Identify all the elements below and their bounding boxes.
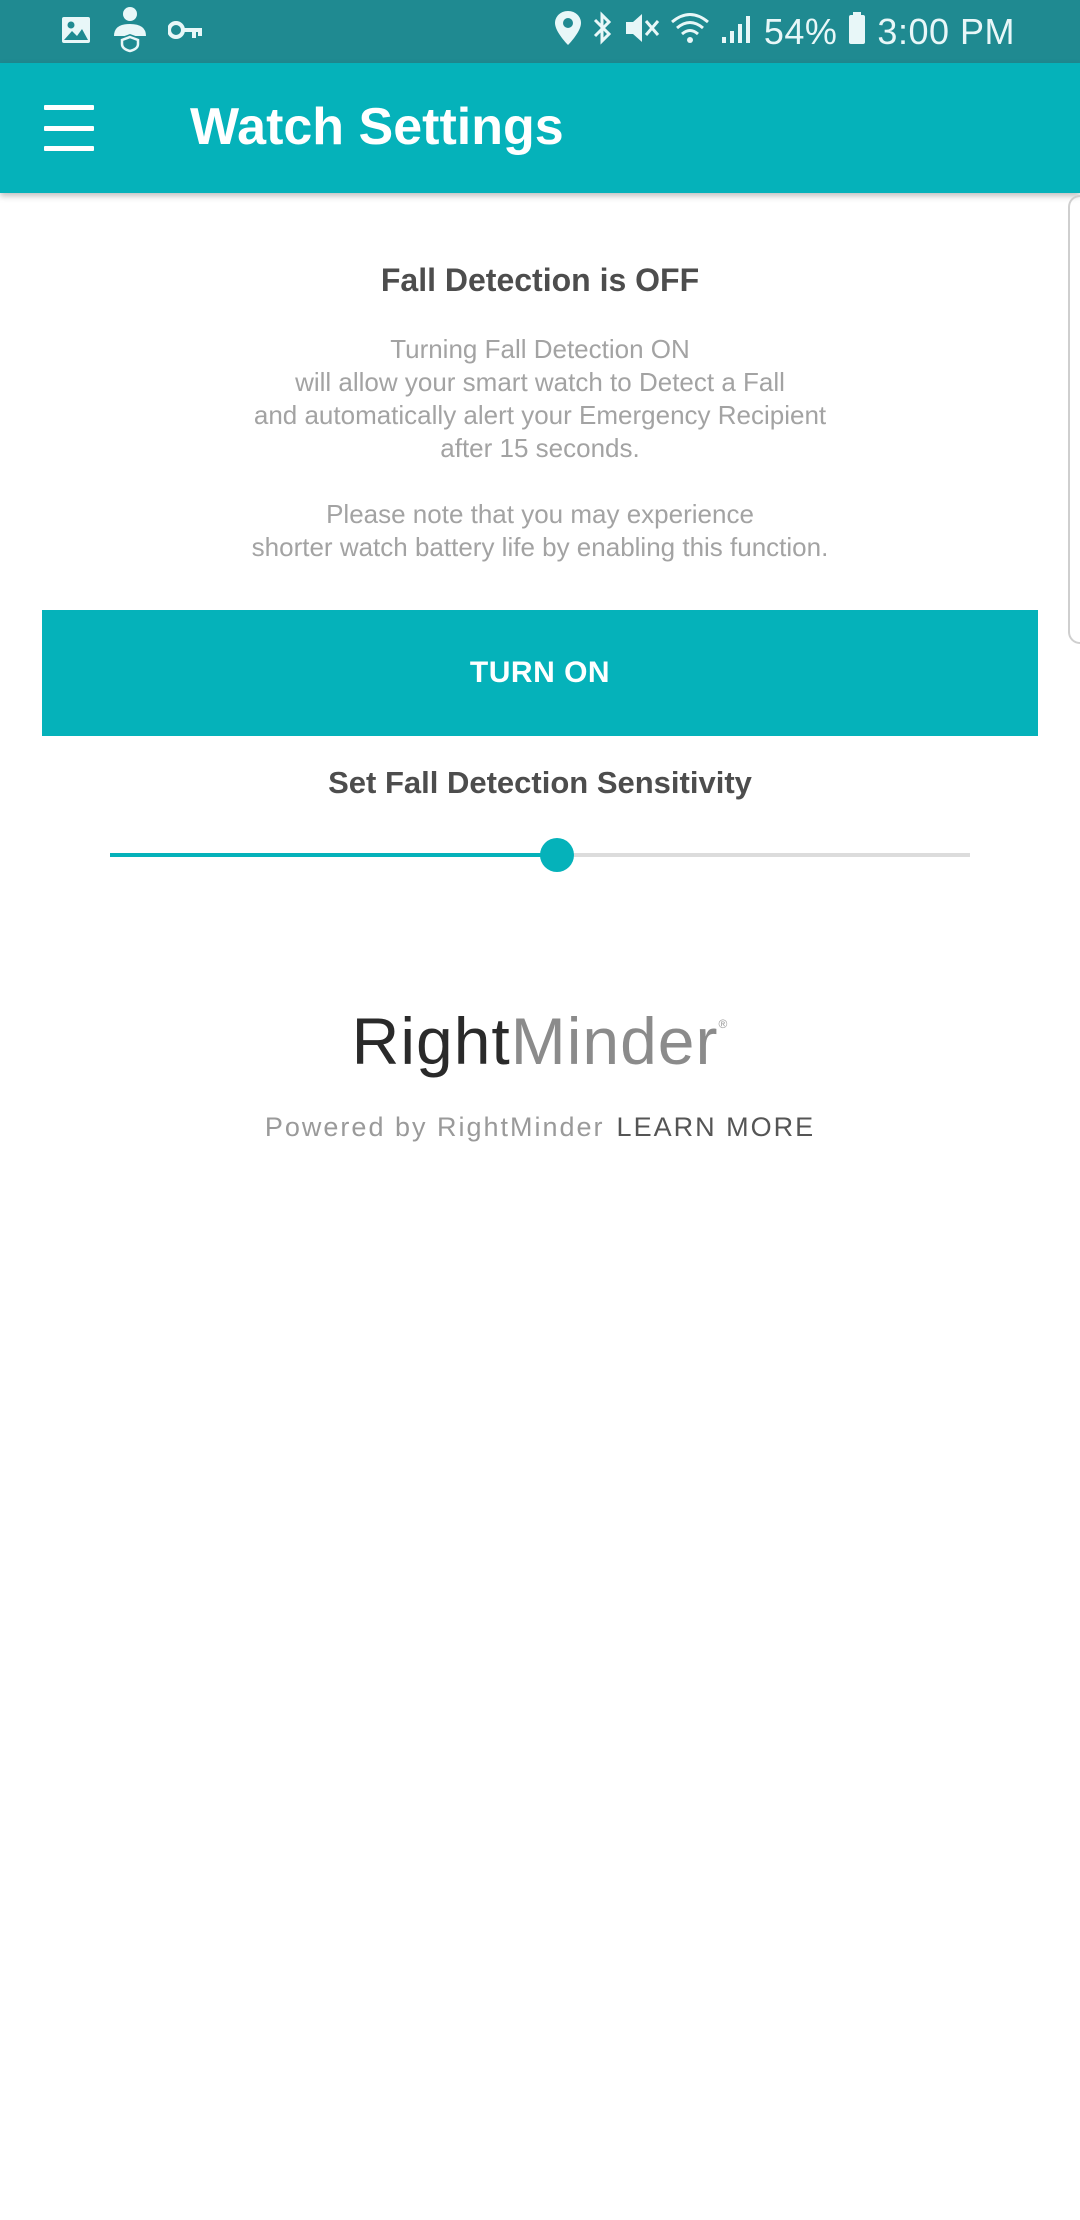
app-bar: Watch Settings — [0, 63, 1080, 193]
signal-icon — [720, 11, 754, 54]
key-icon — [167, 20, 204, 45]
user-shield-icon — [110, 6, 150, 59]
powered-by-text: Powered by RightMinder — [264, 1112, 605, 1142]
fall-detection-status: Fall Detection is OFF — [380, 262, 700, 298]
logo-text-minder: Minder — [510, 1004, 719, 1078]
description-line: after 15 seconds. — [440, 433, 640, 463]
sensitivity-slider[interactable] — [110, 838, 970, 872]
battery-note: Please note that you may experience shor… — [0, 498, 1080, 564]
fall-detection-description: Turning Fall Detection ON will allow you… — [0, 333, 1080, 465]
powered-by-row: Powered by RightMinder LEARN MORE — [0, 1112, 1080, 1143]
wifi-icon — [670, 11, 710, 54]
logo-text-right: Right — [351, 1004, 511, 1078]
sensitivity-label: Set Fall Detection Sensitivity — [328, 765, 752, 800]
battery-percent: 54% — [763, 11, 838, 52]
bluetooth-icon — [592, 10, 614, 55]
location-icon — [554, 10, 582, 55]
menu-icon[interactable] — [44, 105, 104, 151]
status-right-icons: 54% 3:00 PM — [554, 8, 1015, 56]
trademark-mark: ® — [718, 1017, 729, 1031]
learn-more-link[interactable]: LEARN MORE — [617, 1112, 816, 1142]
slider-fill — [110, 853, 558, 857]
clock: 3:00 PM — [877, 11, 1015, 52]
description-line: will allow your smart watch to Detect a … — [295, 367, 785, 397]
gallery-icon — [60, 14, 92, 51]
status-left-icons — [60, 6, 204, 54]
mute-icon — [624, 11, 660, 54]
description-line: and automatically alert your Emergency R… — [253, 400, 827, 430]
battery-icon — [847, 11, 867, 54]
page-title: Watch Settings — [190, 98, 564, 156]
slider-thumb[interactable] — [540, 838, 575, 872]
rightminder-logo: RightMinder® — [0, 1003, 1080, 1079]
note-line: Please note that you may experience — [326, 499, 754, 529]
note-line: shorter watch battery life by enabling t… — [251, 532, 829, 562]
status-bar: 54% 3:00 PM — [0, 0, 1080, 63]
turn-on-button[interactable]: TURN ON — [42, 610, 1038, 736]
description-line: Turning Fall Detection ON — [390, 334, 690, 364]
